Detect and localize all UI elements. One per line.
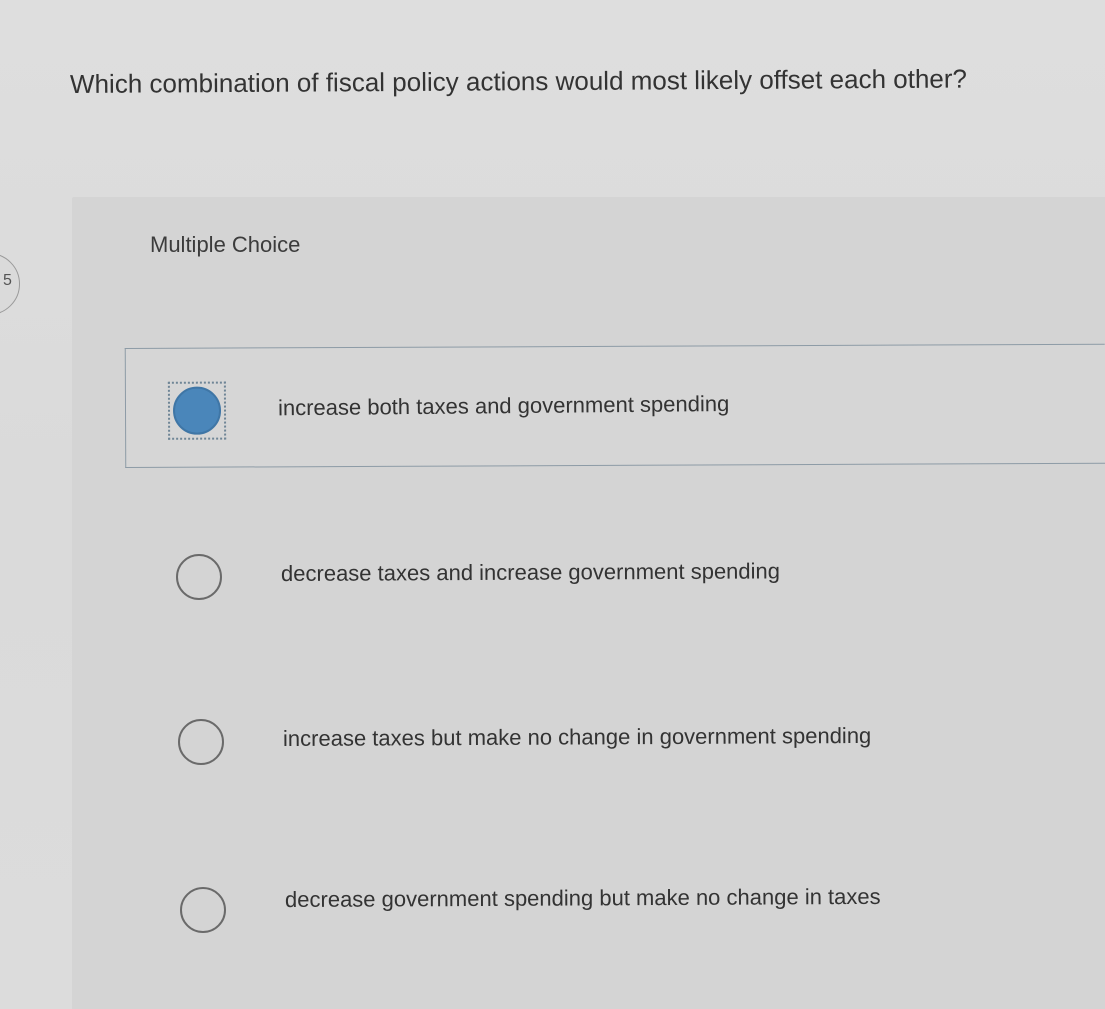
answer-option-2[interactable]: decrease taxes and increase government s… <box>125 515 1105 635</box>
answer-option-label: decrease government spending but make no… <box>284 883 881 912</box>
question-type-label: Multiple Choice <box>150 232 301 257</box>
radio-empty-icon <box>178 719 224 765</box>
answer-option-label: increase taxes but make no change in gov… <box>282 722 872 751</box>
screen: Which combination of fiscal policy actio… <box>0 0 1105 1009</box>
answer-option-1[interactable]: increase both taxes and government spend… <box>124 343 1105 468</box>
radio-button-4[interactable] <box>174 881 232 939</box>
radio-button-3[interactable] <box>172 713 230 771</box>
question-number: 5 <box>3 272 12 289</box>
radio-empty-icon <box>180 887 226 933</box>
radio-empty-icon <box>176 554 222 600</box>
answer-option-label: increase both taxes and government spend… <box>277 391 730 421</box>
radio-button-2[interactable] <box>170 548 228 606</box>
answer-option-3[interactable]: increase taxes but make no change in gov… <box>125 678 1105 798</box>
focus-ring <box>167 381 227 440</box>
question-text: Which combination of fiscal policy actio… <box>69 63 968 99</box>
answer-option-4[interactable]: decrease government spending but make no… <box>125 843 1105 963</box>
radio-button-1[interactable] <box>167 381 227 440</box>
answer-option-label: decrease taxes and increase government s… <box>280 558 781 586</box>
question-nav-tab[interactable]: 5 <box>0 253 20 315</box>
